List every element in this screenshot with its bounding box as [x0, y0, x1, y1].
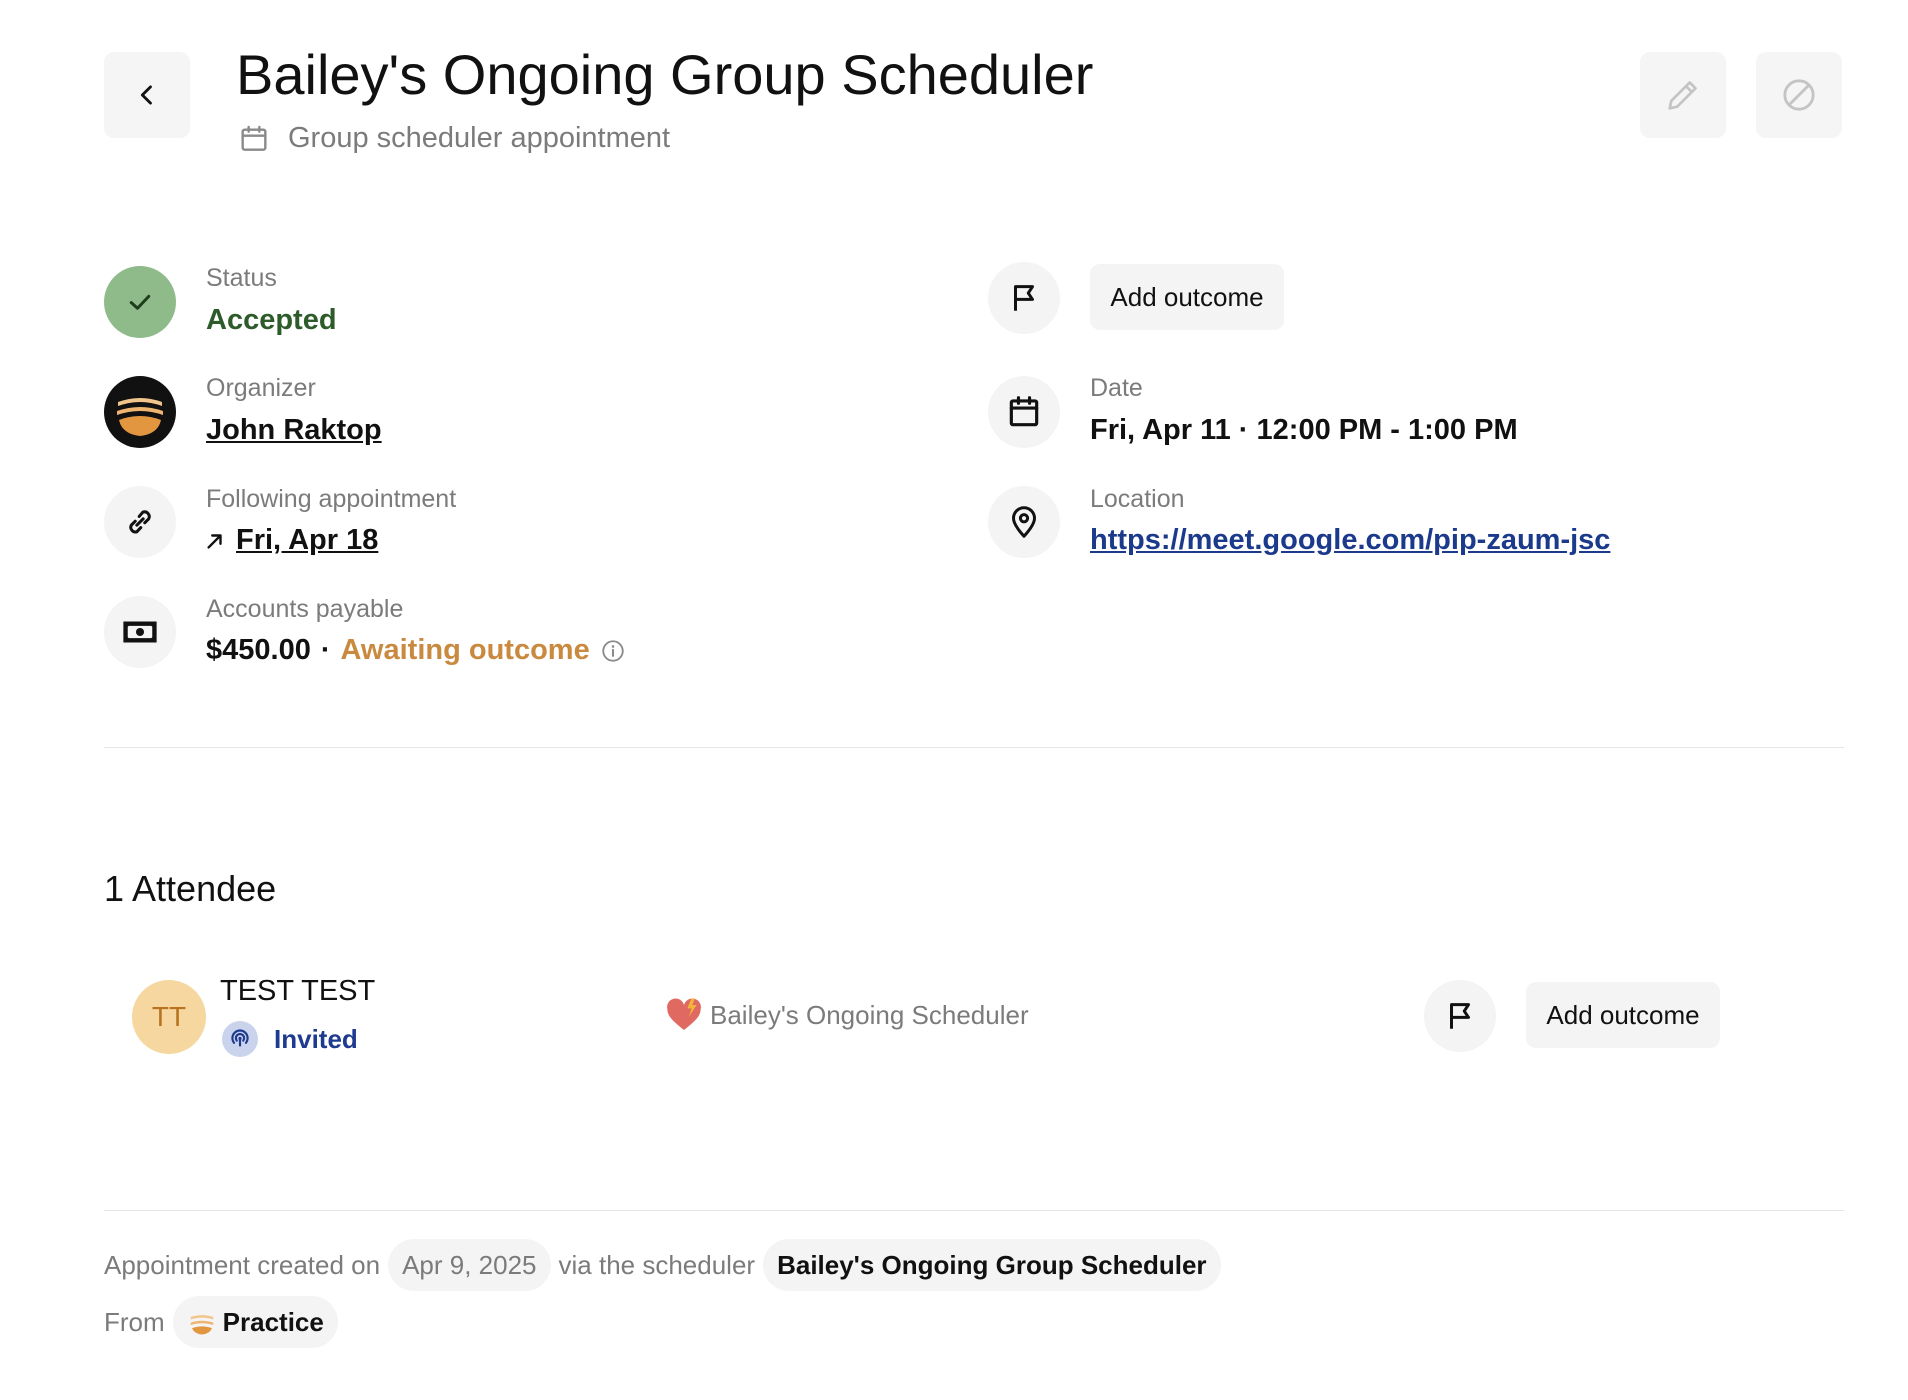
section-divider [104, 747, 1844, 748]
back-button[interactable] [104, 52, 190, 138]
appointment-type-label: Group scheduler appointment [288, 122, 671, 154]
attendee-scheduler-label: Bailey's Ongoing Scheduler [710, 999, 1029, 1030]
practice-logo-icon [108, 380, 172, 444]
payable-state: Awaiting outcome [340, 634, 590, 666]
date-label: Date [1090, 374, 1143, 402]
attendee-avatar: TT [132, 980, 206, 1054]
organizer-avatar [104, 376, 176, 448]
payable-label: Accounts payable [206, 595, 404, 623]
practice-logo-icon [190, 1315, 213, 1335]
link-icon-circle [104, 486, 176, 558]
check-icon [129, 294, 151, 310]
date-value: Fri, Apr 11 · 12:00 PM - 1:00 PM [1090, 414, 1518, 446]
scheduler-chip[interactable]: Bailey's Ongoing Group Scheduler [763, 1239, 1221, 1291]
following-appointment-value: Fri, Apr 18 [236, 524, 379, 556]
footer-divider [104, 1210, 1844, 1211]
practice-label: Practice [222, 1306, 324, 1337]
attendee-add-outcome-button[interactable]: Add outcome [1526, 982, 1720, 1048]
flag-icon [1450, 1003, 1470, 1029]
cash-icon [123, 621, 157, 643]
location-icon-circle [988, 486, 1060, 558]
via-text: via the scheduler [558, 1249, 756, 1280]
link-icon [129, 510, 151, 534]
practice-chip[interactable]: Practice [172, 1296, 338, 1348]
payable-separator: · [320, 634, 331, 666]
date-icon-circle [988, 376, 1060, 448]
money-icon-circle [104, 596, 176, 668]
payable-row: $450.00 · Awaiting outcome [206, 634, 626, 667]
add-outcome-button[interactable]: Add outcome [1090, 264, 1284, 330]
organizer-label: Organizer [206, 374, 316, 402]
block-icon [1783, 79, 1815, 111]
location-link[interactable]: https://meet.google.com/pip-zaum-jsc [1090, 524, 1610, 557]
flag-icon [1014, 285, 1034, 311]
heart-icon [667, 998, 701, 1030]
broadcast-icon [231, 1029, 249, 1047]
info-icon[interactable] [600, 638, 626, 664]
created-prefix: Appointment created on [104, 1249, 381, 1280]
attendee-outcome-flag-circle [1424, 980, 1496, 1052]
edit-button[interactable] [1640, 52, 1726, 138]
payable-amount: $450.00 [206, 634, 311, 666]
status-value: Accepted [206, 304, 337, 336]
created-date-chip: Apr 9, 2025 [388, 1239, 551, 1291]
created-info: Appointment created on Apr 9, 2025 via t… [104, 1239, 1221, 1291]
map-pin-icon [1012, 506, 1036, 538]
calendar-icon [1009, 396, 1039, 427]
status-label: Status [206, 264, 277, 292]
location-label: Location [1090, 485, 1185, 513]
following-appointment-link[interactable]: Fri, Apr 18 [204, 524, 378, 557]
calendar-icon [241, 125, 267, 151]
source-info: From Practice [104, 1296, 338, 1348]
attendees-heading: 1 Attendee [104, 868, 277, 909]
organizer-link[interactable]: John Raktop [206, 414, 382, 447]
following-label: Following appointment [206, 485, 457, 513]
cancel-appointment-button[interactable] [1756, 52, 1842, 138]
outcome-flag-circle [988, 262, 1060, 334]
attendee-name: TEST TEST [220, 975, 376, 1007]
invite-status-badge [222, 1021, 258, 1057]
from-label: From [104, 1306, 165, 1337]
attendee-scheduler: Bailey's Ongoing Scheduler [664, 996, 1029, 1034]
pencil-icon [1668, 81, 1697, 110]
status-icon-circle [104, 266, 176, 338]
appointment-type: Group scheduler appointment [238, 122, 670, 155]
attendee-status: Invited [222, 1021, 358, 1057]
chevron-left-icon [140, 85, 152, 105]
arrow-up-right-icon [207, 533, 222, 549]
page-title: Bailey's Ongoing Group Scheduler [236, 43, 1094, 106]
attendee-status-label: Invited [274, 1023, 358, 1054]
